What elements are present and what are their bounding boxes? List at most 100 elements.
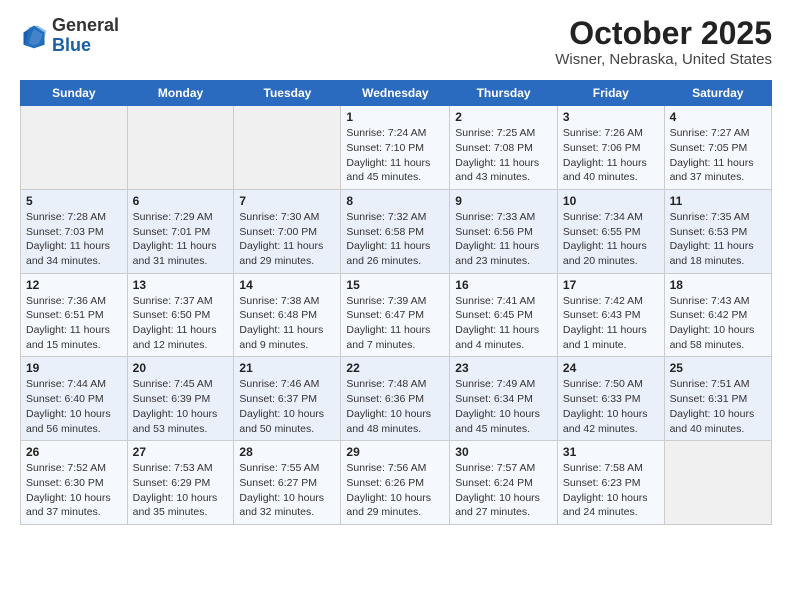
day-number: 6	[133, 194, 229, 208]
day-info: Sunrise: 7:32 AMSunset: 6:58 PMDaylight:…	[346, 210, 444, 269]
calendar-cell: 31 Sunrise: 7:58 AMSunset: 6:23 PMDayligh…	[557, 441, 664, 525]
day-info: Sunrise: 7:26 AMSunset: 7:06 PMDaylight:…	[563, 126, 659, 185]
calendar-cell: 14 Sunrise: 7:38 AMSunset: 6:48 PMDayligh…	[234, 273, 341, 357]
day-number: 19	[26, 361, 122, 375]
day-number: 15	[346, 278, 444, 292]
calendar-cell: 15Sunrise: 7:39 AMSunset: 6:47 PMDayligh…	[341, 273, 450, 357]
calendar-cell: 19 Sunrise: 7:44 AMSunset: 6:40 PMDayligh…	[21, 357, 128, 441]
day-number: 28	[239, 445, 335, 459]
header-day-sunday: Sunday	[21, 81, 128, 106]
day-number: 14	[239, 278, 335, 292]
day-info: Sunrise: 7:34 AMSunset: 6:55 PMDaylight:…	[563, 210, 659, 269]
logo-icon	[20, 22, 48, 50]
calendar-cell: 4 Sunrise: 7:27 AMSunset: 7:05 PMDaylight…	[664, 106, 771, 190]
day-info: Sunrise: 7:53 AMSunset: 6:29 PMDaylight:…	[133, 461, 229, 520]
calendar-cell: 6 Sunrise: 7:29 AMSunset: 7:01 PMDaylight…	[127, 189, 234, 273]
day-number: 2	[455, 110, 552, 124]
day-info: Sunrise: 7:37 AMSunset: 6:50 PMDaylight:…	[133, 294, 229, 353]
day-info: Sunrise: 7:45 AMSunset: 6:39 PMDaylight:…	[133, 377, 229, 436]
page: General Blue October 2025 Wisner, Nebras…	[0, 0, 792, 612]
day-info: Sunrise: 7:48 AMSunset: 6:36 PMDaylight:…	[346, 377, 444, 436]
day-info: Sunrise: 7:51 AMSunset: 6:31 PMDaylight:…	[670, 377, 766, 436]
header-day-wednesday: Wednesday	[341, 81, 450, 106]
calendar-week-row: 26 Sunrise: 7:52 AMSunset: 6:30 PMDayligh…	[21, 441, 772, 525]
calendar-cell	[234, 106, 341, 190]
logo-blue-text: Blue	[52, 35, 91, 55]
day-number: 4	[670, 110, 766, 124]
day-number: 27	[133, 445, 229, 459]
calendar-cell: 24Sunrise: 7:50 AMSunset: 6:33 PMDayligh…	[557, 357, 664, 441]
day-info: Sunrise: 7:41 AMSunset: 6:45 PMDaylight:…	[455, 294, 552, 353]
day-info: Sunrise: 7:38 AMSunset: 6:48 PMDaylight:…	[239, 294, 335, 353]
header-day-tuesday: Tuesday	[234, 81, 341, 106]
day-number: 31	[563, 445, 659, 459]
day-number: 18	[670, 278, 766, 292]
calendar-cell	[21, 106, 128, 190]
calendar-cell: 8Sunrise: 7:32 AMSunset: 6:58 PMDaylight…	[341, 189, 450, 273]
day-info: Sunrise: 7:33 AMSunset: 6:56 PMDaylight:…	[455, 210, 552, 269]
header-day-monday: Monday	[127, 81, 234, 106]
day-number: 20	[133, 361, 229, 375]
day-info: Sunrise: 7:28 AMSunset: 7:03 PMDaylight:…	[26, 210, 122, 269]
day-number: 16	[455, 278, 552, 292]
day-number: 12	[26, 278, 122, 292]
day-number: 21	[239, 361, 335, 375]
calendar-cell: 2Sunrise: 7:25 AMSunset: 7:08 PMDaylight…	[450, 106, 558, 190]
calendar-title: October 2025	[555, 16, 772, 51]
day-info: Sunrise: 7:52 AMSunset: 6:30 PMDaylight:…	[26, 461, 122, 520]
calendar-cell	[127, 106, 234, 190]
day-number: 7	[239, 194, 335, 208]
header-day-friday: Friday	[557, 81, 664, 106]
day-number: 1	[346, 110, 444, 124]
day-info: Sunrise: 7:24 AMSunset: 7:10 PMDaylight:…	[346, 126, 444, 185]
day-number: 10	[563, 194, 659, 208]
header-day-thursday: Thursday	[450, 81, 558, 106]
day-number: 9	[455, 194, 552, 208]
day-number: 3	[563, 110, 659, 124]
day-info: Sunrise: 7:36 AMSunset: 6:51 PMDaylight:…	[26, 294, 122, 353]
calendar-cell: 5 Sunrise: 7:28 AMSunset: 7:03 PMDaylight…	[21, 189, 128, 273]
header: General Blue October 2025 Wisner, Nebras…	[20, 16, 772, 68]
calendar-cell: 29Sunrise: 7:56 AMSunset: 6:26 PMDayligh…	[341, 441, 450, 525]
day-info: Sunrise: 7:27 AMSunset: 7:05 PMDaylight:…	[670, 126, 766, 185]
day-number: 26	[26, 445, 122, 459]
day-info: Sunrise: 7:35 AMSunset: 6:53 PMDaylight:…	[670, 210, 766, 269]
calendar-cell: 25 Sunrise: 7:51 AMSunset: 6:31 PMDayligh…	[664, 357, 771, 441]
calendar-cell: 22 Sunrise: 7:48 AMSunset: 6:36 PMDayligh…	[341, 357, 450, 441]
day-info: Sunrise: 7:49 AMSunset: 6:34 PMDaylight:…	[455, 377, 552, 436]
calendar-cell: 26 Sunrise: 7:52 AMSunset: 6:30 PMDayligh…	[21, 441, 128, 525]
calendar-cell: 17Sunrise: 7:42 AMSunset: 6:43 PMDayligh…	[557, 273, 664, 357]
day-number: 22	[346, 361, 444, 375]
calendar-cell: 12 Sunrise: 7:36 AMSunset: 6:51 PMDayligh…	[21, 273, 128, 357]
day-number: 25	[670, 361, 766, 375]
calendar-table: SundayMondayTuesdayWednesdayThursdayFrid…	[20, 80, 772, 525]
day-number: 17	[563, 278, 659, 292]
day-info: Sunrise: 7:43 AMSunset: 6:42 PMDaylight:…	[670, 294, 766, 353]
calendar-cell: 27 Sunrise: 7:53 AMSunset: 6:29 PMDayligh…	[127, 441, 234, 525]
day-number: 13	[133, 278, 229, 292]
calendar-cell	[664, 441, 771, 525]
calendar-week-row: 5 Sunrise: 7:28 AMSunset: 7:03 PMDaylight…	[21, 189, 772, 273]
title-block: October 2025 Wisner, Nebraska, United St…	[555, 16, 772, 68]
logo-general-text: General	[52, 15, 119, 35]
day-info: Sunrise: 7:44 AMSunset: 6:40 PMDaylight:…	[26, 377, 122, 436]
calendar-cell: 3 Sunrise: 7:26 AMSunset: 7:06 PMDaylight…	[557, 106, 664, 190]
day-number: 29	[346, 445, 444, 459]
day-info: Sunrise: 7:50 AMSunset: 6:33 PMDaylight:…	[563, 377, 659, 436]
day-info: Sunrise: 7:58 AMSunset: 6:23 PMDaylight:…	[563, 461, 659, 520]
calendar-cell: 13 Sunrise: 7:37 AMSunset: 6:50 PMDayligh…	[127, 273, 234, 357]
calendar-week-row: 12 Sunrise: 7:36 AMSunset: 6:51 PMDayligh…	[21, 273, 772, 357]
calendar-cell: 28Sunrise: 7:55 AMSunset: 6:27 PMDayligh…	[234, 441, 341, 525]
calendar-week-row: 1 Sunrise: 7:24 AMSunset: 7:10 PMDaylight…	[21, 106, 772, 190]
calendar-cell: 16 Sunrise: 7:41 AMSunset: 6:45 PMDayligh…	[450, 273, 558, 357]
calendar-cell: 9 Sunrise: 7:33 AMSunset: 6:56 PMDaylight…	[450, 189, 558, 273]
day-info: Sunrise: 7:30 AMSunset: 7:00 PMDaylight:…	[239, 210, 335, 269]
calendar-cell: 1 Sunrise: 7:24 AMSunset: 7:10 PMDaylight…	[341, 106, 450, 190]
day-info: Sunrise: 7:57 AMSunset: 6:24 PMDaylight:…	[455, 461, 552, 520]
calendar-header-row: SundayMondayTuesdayWednesdayThursdayFrid…	[21, 81, 772, 106]
calendar-week-row: 19 Sunrise: 7:44 AMSunset: 6:40 PMDayligh…	[21, 357, 772, 441]
day-number: 5	[26, 194, 122, 208]
calendar-subtitle: Wisner, Nebraska, United States	[555, 51, 772, 68]
calendar-cell: 18 Sunrise: 7:43 AMSunset: 6:42 PMDayligh…	[664, 273, 771, 357]
day-info: Sunrise: 7:29 AMSunset: 7:01 PMDaylight:…	[133, 210, 229, 269]
